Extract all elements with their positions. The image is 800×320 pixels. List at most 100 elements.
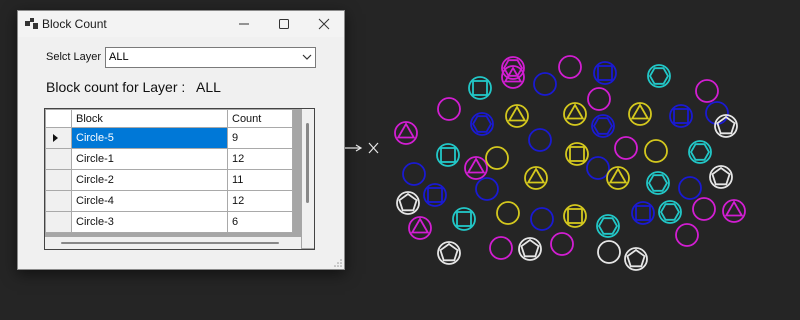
circle-square-block[interactable]	[423, 183, 447, 207]
circle-block[interactable]	[558, 55, 582, 79]
circle-block[interactable]	[475, 177, 499, 201]
circle-block[interactable]	[402, 162, 426, 186]
circle-triangle-block[interactable]	[464, 156, 488, 180]
block-cell[interactable]: Circle-5	[71, 127, 228, 149]
minimize-icon	[239, 23, 249, 25]
block-cell[interactable]: Circle-4	[71, 190, 228, 212]
block-cell[interactable]: Circle-3	[71, 211, 228, 233]
circle-triangle-block[interactable]	[628, 102, 652, 126]
circle-square-block[interactable]	[631, 201, 655, 225]
layer-select-dropdown[interactable]: ALL	[105, 47, 316, 68]
current-row-icon	[53, 134, 58, 142]
circle-square-block[interactable]	[452, 207, 476, 231]
block-cell[interactable]: Circle-2	[71, 169, 228, 191]
resize-grip-icon[interactable]	[334, 259, 342, 267]
circle-square-block[interactable]	[669, 104, 693, 128]
circle-triangle-block[interactable]	[505, 104, 529, 128]
circle-hexagon-block[interactable]	[647, 64, 671, 88]
count-cell[interactable]: 12	[227, 148, 293, 170]
close-icon	[318, 18, 330, 30]
horizontal-scrollbar[interactable]	[45, 237, 301, 249]
maximize-icon	[279, 19, 289, 29]
table-row[interactable]: Circle-5 9	[45, 127, 293, 149]
block-count-table: Block Count Circle-5 9 Circle-1 12 Circl…	[45, 109, 293, 233]
circle-block[interactable]	[587, 87, 611, 111]
circle-block[interactable]	[675, 223, 699, 247]
circle-square-block[interactable]	[593, 61, 617, 85]
circle-pentagon-block[interactable]	[437, 241, 461, 265]
circle-block[interactable]	[496, 201, 520, 225]
row-header[interactable]	[45, 211, 72, 233]
block-count-label: Block count for Layer :	[46, 79, 186, 95]
vertical-scrollbar[interactable]	[302, 109, 314, 248]
block-count-grid[interactable]: Block Count Circle-5 9 Circle-1 12 Circl…	[44, 108, 315, 250]
circle-hexagon-block[interactable]	[470, 112, 494, 136]
circle-block[interactable]	[692, 197, 716, 221]
horizontal-scroll-thumb[interactable]	[61, 242, 279, 244]
block-count-heading: Block count for Layer : ALL	[46, 79, 221, 95]
row-header[interactable]	[45, 190, 72, 212]
circle-block[interactable]	[533, 72, 557, 96]
circle-pentagon-block[interactable]	[709, 165, 733, 189]
maximize-button[interactable]	[264, 11, 304, 37]
cad-drawing-canvas[interactable]	[343, 0, 800, 320]
count-cell[interactable]: 9	[227, 127, 293, 149]
table-row[interactable]: Circle-1 12	[45, 148, 293, 170]
block-count-window: Block Count Selct Layer ALL Block count …	[17, 10, 345, 270]
table-row[interactable]: Circle-2 11	[45, 169, 293, 191]
circle-triangle-block[interactable]	[722, 199, 746, 223]
circle-square-block[interactable]	[436, 143, 460, 167]
circle-triangle-block[interactable]	[524, 166, 548, 190]
block-count-layer-value: ALL	[196, 79, 221, 95]
circle-hexagon-block[interactable]	[688, 140, 712, 164]
circle-hexagon-block[interactable]	[646, 171, 670, 195]
circle-pentagon-block[interactable]	[396, 191, 420, 215]
circle-block[interactable]	[489, 236, 513, 260]
table-row[interactable]: Circle-3 6	[45, 211, 293, 233]
layer-select-label: Selct Layer	[46, 51, 102, 63]
close-button[interactable]	[304, 11, 344, 37]
circle-hexagon-block[interactable]	[591, 114, 615, 138]
table-header-row: Block Count	[45, 109, 293, 128]
block-cell[interactable]: Circle-1	[71, 148, 228, 170]
circle-block[interactable]	[678, 176, 702, 200]
column-header-count[interactable]: Count	[227, 109, 293, 128]
circle-block[interactable]	[485, 146, 509, 170]
crosshair-cursor-icon	[345, 142, 379, 154]
circle-block[interactable]	[695, 79, 719, 103]
circle-square-block[interactable]	[563, 204, 587, 228]
table-row[interactable]: Circle-4 12	[45, 190, 293, 212]
circle-block[interactable]	[597, 240, 621, 264]
count-cell[interactable]: 6	[227, 211, 293, 233]
circle-triangle-block[interactable]	[394, 121, 418, 145]
circle-triangle-block[interactable]	[408, 216, 432, 240]
column-header-block[interactable]: Block	[71, 109, 228, 128]
circle-square-block[interactable]	[468, 76, 492, 100]
vertical-scroll-thumb[interactable]	[306, 123, 309, 203]
app-window-icon	[25, 18, 38, 29]
minimize-button[interactable]	[224, 11, 264, 37]
circle-triangle-block[interactable]	[563, 102, 587, 126]
circle-block[interactable]	[586, 156, 610, 180]
circle-square-block[interactable]	[565, 142, 589, 166]
circle-block[interactable]	[614, 136, 638, 160]
circle-pentagon-block[interactable]	[624, 247, 648, 271]
row-header[interactable]	[45, 169, 72, 191]
circle-block[interactable]	[530, 207, 554, 231]
layer-select-value: ALL	[109, 51, 129, 63]
circle-block[interactable]	[550, 232, 574, 256]
row-header[interactable]	[45, 148, 72, 170]
circle-block[interactable]	[437, 97, 461, 121]
title-bar[interactable]: Block Count	[18, 11, 344, 37]
row-header-corner	[45, 109, 72, 128]
circle-block[interactable]	[528, 128, 552, 152]
circle-triangle-block[interactable]	[606, 166, 630, 190]
circle-block[interactable]	[644, 139, 668, 163]
count-cell[interactable]: 11	[227, 169, 293, 191]
circle-hexagon-block[interactable]	[658, 200, 682, 224]
circle-pentagon-block[interactable]	[518, 237, 542, 261]
row-header[interactable]	[45, 127, 72, 149]
circle-hexagon-block[interactable]	[596, 214, 620, 238]
count-cell[interactable]: 12	[227, 190, 293, 212]
window-title: Block Count	[42, 17, 107, 31]
